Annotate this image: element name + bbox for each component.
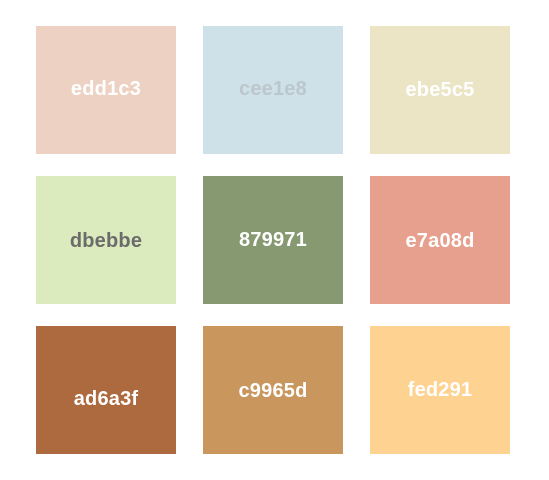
color-swatch-edd1c3: edd1c3 bbox=[36, 26, 176, 154]
swatch-label: e7a08d bbox=[405, 230, 475, 252]
color-swatch-879971: 879971 bbox=[203, 176, 343, 304]
swatch-label: dbebbe bbox=[69, 230, 143, 252]
swatch-label: c9965d bbox=[238, 380, 308, 402]
swatch-label: ebe5c5 bbox=[405, 79, 475, 101]
color-swatch-dbebbe: dbebbe bbox=[36, 176, 176, 304]
swatch-label: ad6a3f bbox=[73, 388, 139, 410]
color-swatch-ebe5c5: ebe5c5 bbox=[370, 26, 510, 154]
swatch-label: fed291 bbox=[407, 379, 473, 401]
color-swatch-cee1e8: cee1e8 bbox=[203, 26, 343, 154]
color-swatch-fed291: fed291 bbox=[370, 326, 510, 454]
swatch-label: edd1c3 bbox=[70, 78, 142, 100]
color-swatch-e7a08d: e7a08d bbox=[370, 176, 510, 304]
swatch-label: cee1e8 bbox=[239, 78, 307, 100]
color-swatch-c9965d: c9965d bbox=[203, 326, 343, 454]
swatch-label: 879971 bbox=[239, 229, 307, 251]
color-swatch-ad6a3f: ad6a3f bbox=[36, 326, 176, 454]
